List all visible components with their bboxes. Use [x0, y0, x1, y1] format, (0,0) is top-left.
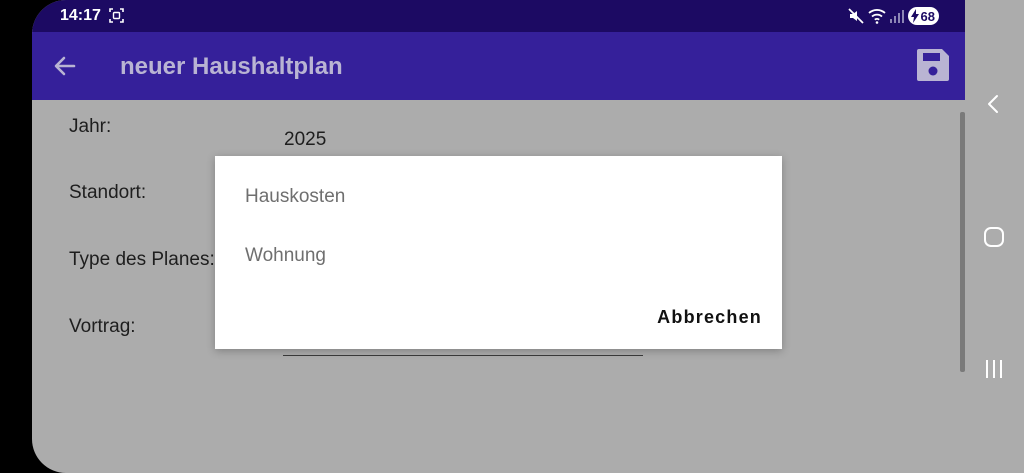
arrow-left-icon[interactable]: [52, 53, 78, 79]
status-icons: 68: [847, 6, 939, 26]
battery-level: 68: [920, 8, 935, 24]
save-icon[interactable]: [915, 47, 951, 83]
dialog-option-hauskosten[interactable]: Hauskosten: [245, 186, 345, 208]
year-label: Jahr:: [69, 116, 112, 137]
battery-indicator: 68: [907, 7, 939, 25]
wifi-icon: [867, 9, 886, 24]
recents-icon[interactable]: [983, 358, 1005, 380]
carryover-input[interactable]: [283, 355, 643, 356]
cancel-button[interactable]: Abbrechen: [657, 307, 762, 328]
mute-icon: [847, 8, 864, 24]
location-label: Standort:: [69, 182, 147, 203]
carryover-label: Vortrag:: [69, 316, 136, 337]
app-screen: 14:17 68 neuer Haushaltplan Jahr: 2025 S…: [32, 0, 965, 473]
system-nav-bar: [965, 0, 1024, 473]
home-icon[interactable]: [983, 226, 1005, 248]
status-time: 14:17: [60, 7, 101, 24]
charging-icon: [910, 9, 919, 23]
app-bar: neuer Haushaltplan: [32, 32, 965, 100]
back-chevron-icon[interactable]: [983, 93, 1005, 115]
page-title: neuer Haushaltplan: [120, 53, 343, 80]
plan-type-label: Type des Planes:: [69, 249, 215, 270]
dialog-option-wohnung[interactable]: Wohnung: [245, 245, 326, 267]
status-bar: 14:17 68: [32, 0, 965, 32]
signal-icon: [889, 10, 904, 23]
screenshot-icon: [109, 8, 124, 23]
plan-type-dialog: Hauskosten Wohnung Abbrechen: [215, 156, 782, 349]
year-value[interactable]: 2025: [284, 129, 326, 151]
